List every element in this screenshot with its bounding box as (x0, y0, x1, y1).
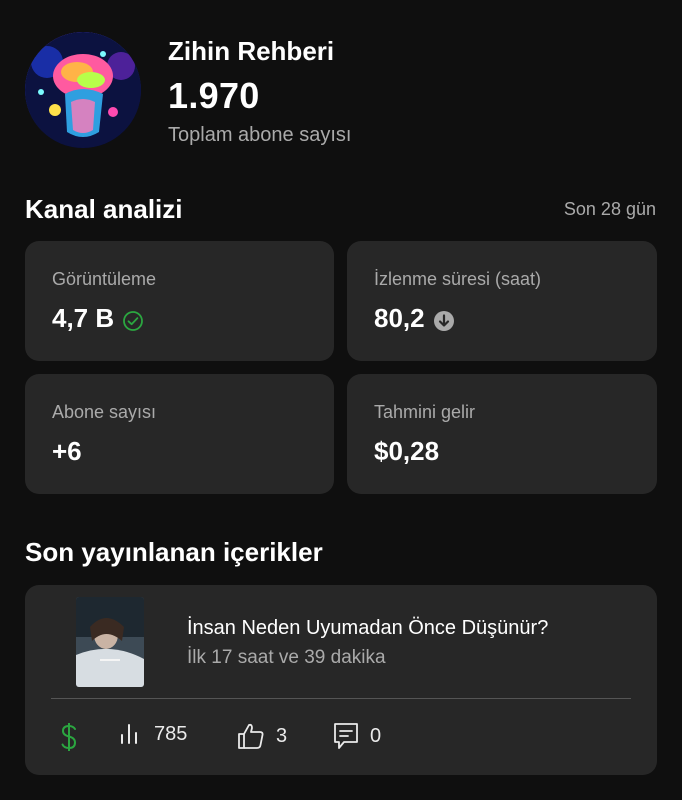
views-stat: 785 (118, 721, 187, 747)
revenue-label: Tahmini gelir (374, 402, 476, 422)
period-label: Son 28 gün (563, 199, 656, 219)
views-label: Görüntüleme (52, 269, 157, 289)
dollar-icon (61, 723, 77, 751)
video-thumbnail[interactable] (76, 597, 144, 687)
comments-count: 0 (370, 724, 382, 747)
watch-time-value-row: 80,2 (374, 303, 455, 334)
views-value-row: 4,7 B (52, 303, 144, 334)
bar-chart-icon (121, 724, 137, 744)
likes-count: 3 (276, 724, 288, 747)
video-title[interactable]: İnsan Neden Uyumadan Önce Düşünür? (187, 617, 548, 640)
views-value: 4,7 B (52, 303, 115, 333)
brain-art-image (25, 32, 141, 148)
subscribers-card[interactable]: Abone sayısı +6 (25, 374, 334, 494)
subscriber-label: Toplam abone sayısı (168, 124, 352, 146)
recent-title: Son yayınlanan içerikler (25, 537, 323, 567)
watch-time-label: İzlenme süresi (saat) (374, 269, 542, 289)
watch-time-value: 80,2 (374, 303, 425, 333)
channel-name: Zihin Rehberi (168, 36, 335, 66)
watch-time-card[interactable]: İzlenme süresi (saat) 80,2 (347, 241, 657, 361)
arrow-down-circle-icon (433, 308, 455, 331)
views-count: 785 (154, 722, 188, 745)
analytics-title: Kanal analizi (25, 194, 183, 224)
likes-stat: 3 (236, 721, 287, 751)
thumbs-up-icon (238, 723, 264, 749)
subscribers-value: +6 (52, 436, 82, 466)
recent-video-card[interactable]: İnsan Neden Uyumadan Önce Düşünür? İlk 1… (25, 585, 657, 775)
video-subtitle: İlk 17 saat ve 39 dakika (187, 647, 386, 668)
channel-avatar[interactable] (25, 32, 141, 148)
comment-icon (334, 723, 358, 749)
monetization-status (57, 721, 81, 753)
views-card[interactable]: Görüntüleme 4,7 B (25, 241, 334, 361)
revenue-value: $0,28 (374, 436, 440, 466)
subscriber-count: 1.970 (168, 75, 260, 116)
subscribers-label: Abone sayısı (52, 402, 157, 422)
divider (51, 698, 631, 699)
check-circle-icon (122, 308, 144, 331)
comments-stat: 0 (332, 721, 381, 751)
revenue-card[interactable]: Tahmini gelir $0,28 (347, 374, 657, 494)
